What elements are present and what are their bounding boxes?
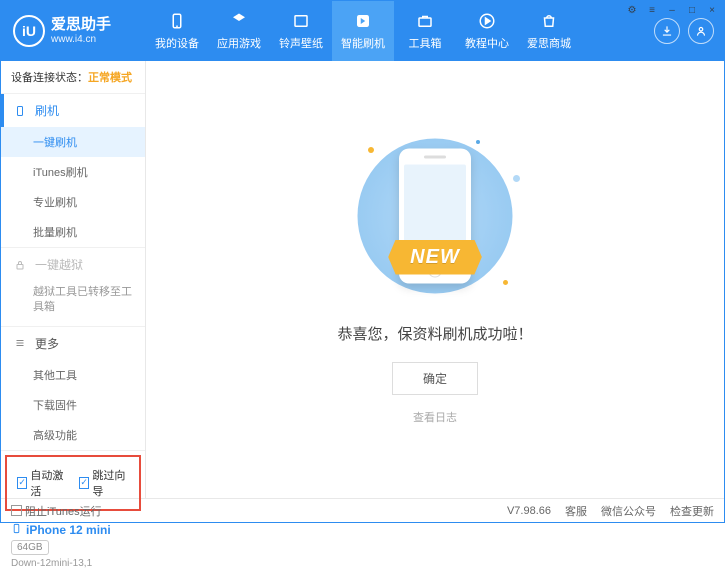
wallpaper-icon: [291, 11, 311, 31]
user-button[interactable]: [688, 18, 714, 44]
nav-flash[interactable]: 智能刷机: [332, 1, 394, 61]
group-title: 刷机: [35, 102, 59, 119]
settings-icon[interactable]: ⚙: [625, 4, 639, 16]
device-sub: Down-12mini-13,1: [11, 558, 135, 569]
nav-label: 教程中心: [465, 35, 509, 51]
download-button[interactable]: [654, 18, 680, 44]
nav-apps[interactable]: 应用游戏: [208, 1, 270, 61]
nav-tutorials[interactable]: 教程中心: [456, 1, 518, 61]
nav-my-device[interactable]: 我的设备: [146, 1, 208, 61]
close-icon[interactable]: ×: [705, 4, 719, 16]
group-title: 一键越狱: [35, 256, 83, 273]
version-label: V7.98.66: [507, 505, 551, 517]
success-illustration: NEW: [340, 135, 530, 305]
flash-icon: [353, 11, 373, 31]
update-link[interactable]: 检查更新: [670, 503, 714, 519]
checkbox-label: 阻止iTunes运行: [25, 503, 102, 519]
new-ribbon: NEW: [388, 240, 482, 275]
support-link[interactable]: 客服: [565, 503, 587, 519]
apps-icon: [229, 11, 249, 31]
logo[interactable]: iU 爱思助手 www.i4.cn: [1, 1, 146, 61]
checkbox-skip-guide[interactable]: ✓ 跳过向导: [79, 467, 129, 499]
header: iU 爱思助手 www.i4.cn 我的设备 应用游戏 铃声壁纸 智能刷机 工具…: [1, 1, 724, 61]
app-title: 爱思助手: [51, 16, 111, 34]
status-value: 正常模式: [88, 72, 132, 84]
maximize-icon[interactable]: □: [685, 4, 699, 16]
nav-ringtones[interactable]: 铃声壁纸: [270, 1, 332, 61]
checkbox-block-itunes[interactable]: 阻止iTunes运行: [11, 503, 102, 519]
app-url: www.i4.cn: [51, 34, 111, 46]
nav-label: 应用游戏: [217, 35, 261, 51]
nav-label: 铃声壁纸: [279, 35, 323, 51]
status-label: 设备连接状态：: [11, 72, 88, 84]
checkbox-label: 自动激活: [30, 467, 67, 499]
nav-label: 爱思商城: [527, 35, 571, 51]
nav-store[interactable]: 爱思商城: [518, 1, 580, 61]
toolbox-icon: [415, 11, 435, 31]
device-name: iPhone 12 mini: [26, 523, 111, 537]
sidebar-group-more[interactable]: 更多: [1, 327, 145, 360]
sidebar-item-advanced[interactable]: 高级功能: [1, 420, 145, 450]
device-icon: [11, 523, 22, 537]
phone-icon: [13, 104, 27, 118]
main-content: NEW 恭喜您，保资料刷机成功啦！ 确定 查看日志: [146, 61, 724, 498]
main-nav: 我的设备 应用游戏 铃声壁纸 智能刷机 工具箱 教程中心 爱思商城: [146, 1, 644, 61]
device-icon: [167, 11, 187, 31]
storage-badge: 64GB: [11, 540, 49, 555]
ok-button[interactable]: 确定: [392, 362, 478, 395]
sidebar-item-download-firmware[interactable]: 下载固件: [1, 390, 145, 420]
checkbox-icon: [11, 505, 22, 516]
jailbreak-note: 越狱工具已转移至工具箱: [1, 281, 145, 326]
device-info[interactable]: iPhone 12 mini 64GB Down-12mini-13,1: [1, 515, 145, 577]
sidebar-item-other-tools[interactable]: 其他工具: [1, 360, 145, 390]
nav-label: 智能刷机: [341, 35, 385, 51]
connection-status: 设备连接状态：正常模式: [1, 61, 145, 94]
nav-label: 我的设备: [155, 35, 199, 51]
sidebar-item-itunes-flash[interactable]: iTunes刷机: [1, 157, 145, 187]
success-message: 恭喜您，保资料刷机成功啦！: [337, 323, 532, 344]
sidebar-item-pro-flash[interactable]: 专业刷机: [1, 187, 145, 217]
sidebar-group-flash[interactable]: 刷机: [1, 94, 145, 127]
nav-label: 工具箱: [409, 35, 442, 51]
sidebar-item-batch-flash[interactable]: 批量刷机: [1, 217, 145, 247]
sidebar: 设备连接状态：正常模式 刷机 一键刷机 iTunes刷机 专业刷机 批量刷机 一…: [1, 61, 146, 498]
checkbox-label: 跳过向导: [92, 467, 129, 499]
checkbox-auto-activate[interactable]: ✓ 自动激活: [17, 467, 67, 499]
store-icon: [539, 11, 559, 31]
lock-icon: [13, 258, 27, 272]
tutorial-icon: [477, 11, 497, 31]
nav-toolbox[interactable]: 工具箱: [394, 1, 456, 61]
menu-icon[interactable]: ≡: [645, 4, 659, 16]
logo-icon: iU: [13, 15, 45, 47]
group-title: 更多: [35, 335, 59, 352]
view-log-link[interactable]: 查看日志: [413, 409, 457, 425]
sidebar-item-oneclick-flash[interactable]: 一键刷机: [1, 127, 145, 157]
sidebar-group-jailbreak: 一键越狱: [1, 248, 145, 281]
menu-icon: [13, 336, 27, 350]
check-icon: ✓: [17, 477, 27, 489]
wechat-link[interactable]: 微信公众号: [601, 503, 656, 519]
check-icon: ✓: [79, 477, 89, 489]
minimize-icon[interactable]: –: [665, 4, 679, 16]
